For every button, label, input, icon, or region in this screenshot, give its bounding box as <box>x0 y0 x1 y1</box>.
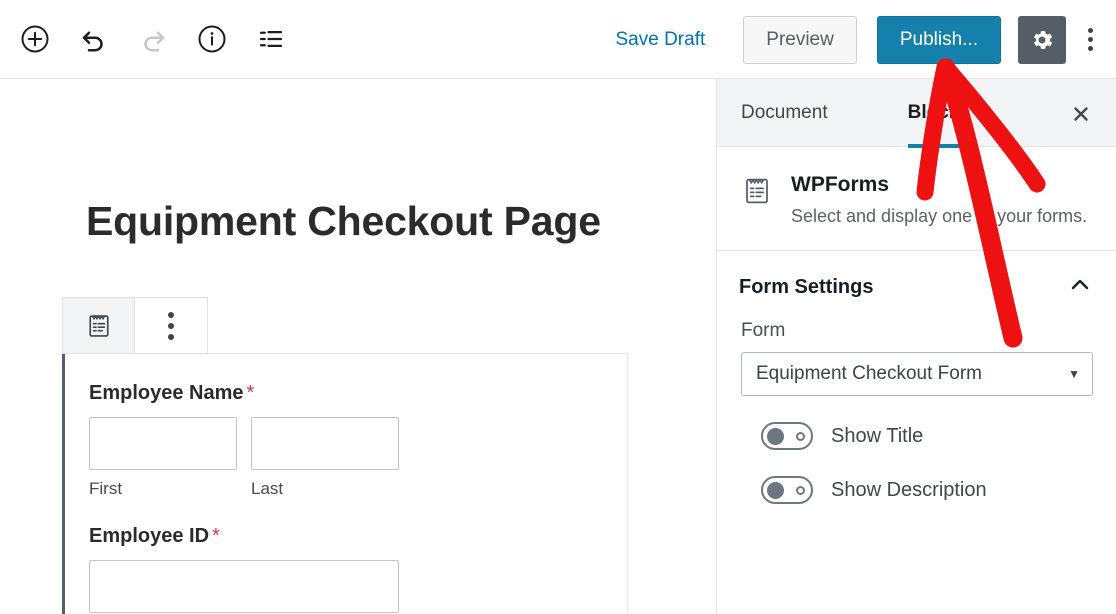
block-name: WPForms <box>791 173 1087 197</box>
page-title[interactable]: Equipment Checkout Page <box>86 194 626 248</box>
tab-block[interactable]: Block <box>894 79 974 147</box>
last-name-sublabel: Last <box>251 479 399 499</box>
first-name-sublabel: First <box>89 479 237 499</box>
show-title-label: Show Title <box>831 425 923 448</box>
block-info-card: WPForms Select and display one of your f… <box>717 147 1116 251</box>
block-description: Select and display one of your forms. <box>791 204 1087 228</box>
last-name-input[interactable] <box>251 417 399 470</box>
sidebar-tab-bar: Document Block <box>717 79 1116 147</box>
toggle-off-dot <box>796 486 805 495</box>
name-field-row: First Last <box>89 417 627 499</box>
field-spacer <box>89 499 627 525</box>
toggle-off-dot <box>796 432 805 441</box>
kebab-menu-icon[interactable] <box>1072 16 1108 64</box>
wpforms-block-preview[interactable]: Employee Name* First Last <box>62 353 628 614</box>
kebab-dots <box>168 312 174 340</box>
block-toolbar <box>62 297 208 354</box>
list-view-icon[interactable] <box>250 18 292 60</box>
top-bar-right-actions: Save Draft Preview Publish... <box>606 0 1109 79</box>
add-block-icon[interactable] <box>14 18 56 60</box>
top-bar-left-tools <box>0 18 292 60</box>
tab-document[interactable]: Document <box>727 79 842 147</box>
editor-top-bar: Save Draft Preview Publish... <box>0 0 1116 79</box>
form-settings-panel-body: Form Equipment Checkout Form ▼ Show Titl… <box>717 320 1116 504</box>
field-label-text: Employee Name <box>89 382 244 404</box>
toggle-knob <box>767 482 784 499</box>
chevron-down-icon: ▼ <box>1068 367 1080 381</box>
kebab-dots <box>1088 28 1093 51</box>
undo-icon[interactable] <box>73 18 115 60</box>
toggle-knob <box>767 428 784 445</box>
show-title-toggle-row: Show Title <box>741 396 1092 450</box>
field-label-employee-id: Employee ID* <box>89 525 627 548</box>
form-preview: Employee Name* First Last <box>65 354 627 613</box>
info-icon[interactable] <box>191 18 233 60</box>
editor-canvas: Equipment Checkout Page <box>0 79 698 614</box>
first-name-group: First <box>89 417 237 499</box>
panel-title: Form Settings <box>739 276 873 299</box>
show-description-label: Show Description <box>831 479 987 502</box>
form-settings-panel-header[interactable]: Form Settings <box>717 251 1116 320</box>
form-select-label: Form <box>741 320 1092 342</box>
wpforms-block-icon[interactable] <box>63 298 135 353</box>
show-title-toggle[interactable] <box>761 422 813 450</box>
block-info-text: WPForms Select and display one of your f… <box>791 173 1087 228</box>
required-asterisk: * <box>212 525 220 547</box>
employee-id-input[interactable] <box>89 560 399 613</box>
field-label-employee-name: Employee Name* <box>89 382 627 405</box>
required-asterisk: * <box>247 382 255 404</box>
redo-icon <box>132 18 174 60</box>
publish-button[interactable]: Publish... <box>877 16 1001 64</box>
form-select-value: Equipment Checkout Form <box>756 363 982 385</box>
settings-sidebar: Document Block WPForms Select and displa… <box>716 79 1116 614</box>
wordpress-block-editor: Save Draft Preview Publish... Equipment … <box>0 0 1116 614</box>
chevron-up-icon[interactable] <box>1068 273 1092 302</box>
last-name-group: Last <box>251 417 399 499</box>
show-description-toggle-row: Show Description <box>741 450 1092 504</box>
save-draft-button[interactable]: Save Draft <box>606 23 716 57</box>
close-icon[interactable] <box>1064 97 1098 131</box>
first-name-input[interactable] <box>89 417 237 470</box>
gear-icon[interactable] <box>1018 16 1066 64</box>
show-description-toggle[interactable] <box>761 476 813 504</box>
preview-button[interactable]: Preview <box>743 16 857 64</box>
wpforms-block-icon <box>741 173 773 228</box>
block-more-options-icon[interactable] <box>135 298 207 353</box>
field-label-text: Employee ID <box>89 525 209 547</box>
form-select[interactable]: Equipment Checkout Form ▼ <box>741 352 1093 396</box>
